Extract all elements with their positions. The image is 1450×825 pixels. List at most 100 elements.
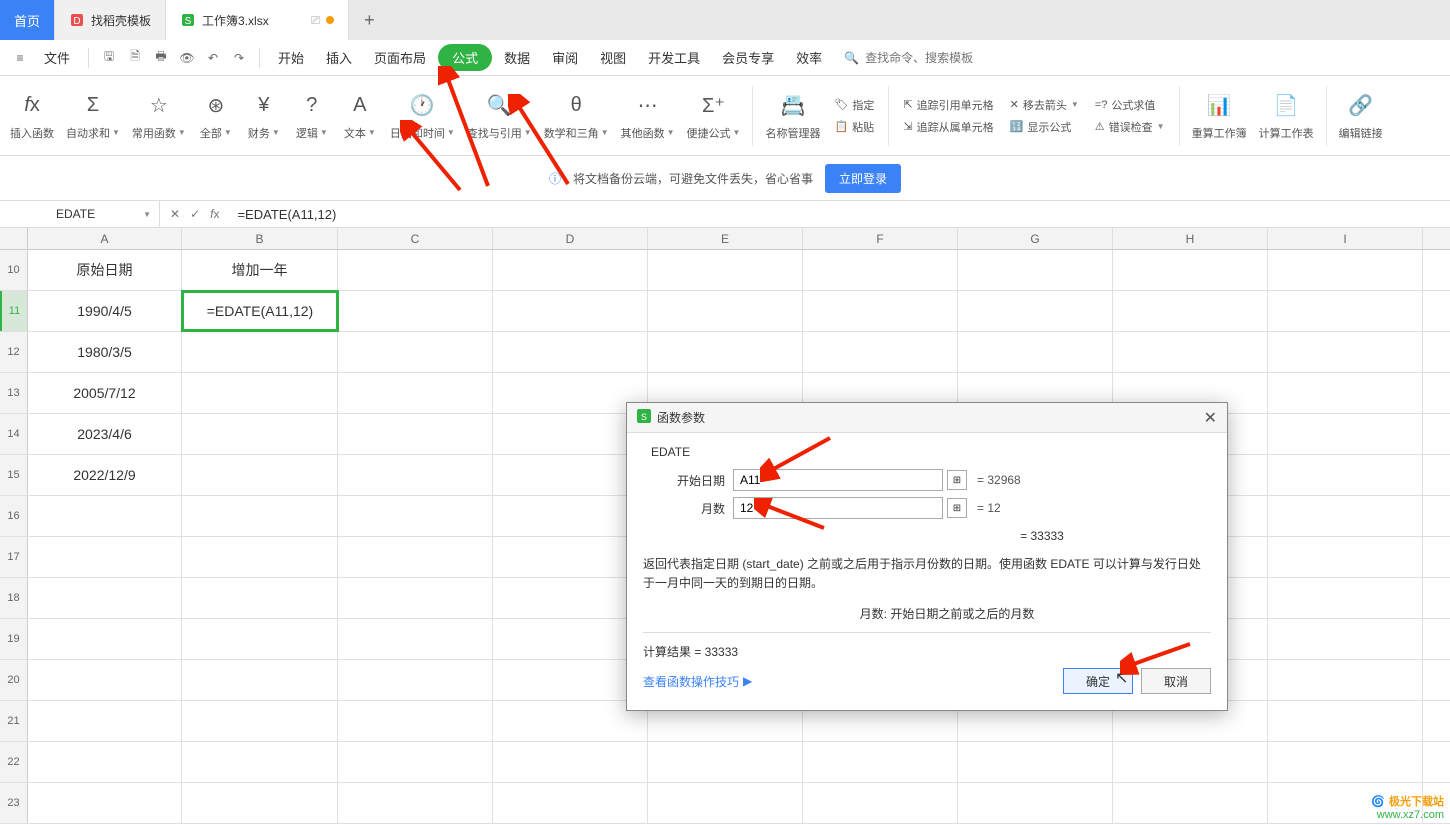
cell-H12[interactable] <box>1113 332 1268 372</box>
undo-icon[interactable]: ↶ <box>201 46 225 70</box>
recalc-button[interactable]: 📊重算工作簿 <box>1186 81 1253 151</box>
cell-A22[interactable] <box>28 742 182 782</box>
cell-A13[interactable]: 2005/7/12 <box>28 373 182 413</box>
cell-H10[interactable] <box>1113 250 1268 290</box>
datetime-fn-button[interactable]: 🕐日期和时间▼ <box>384 81 461 151</box>
row-header-15[interactable]: 15 <box>0 455 28 495</box>
cell-E12[interactable] <box>648 332 803 372</box>
cell-B16[interactable] <box>182 496 338 536</box>
cell-G22[interactable] <box>958 742 1113 782</box>
name-box[interactable]: EDATE ▼ <box>0 201 160 227</box>
cell-A23[interactable] <box>28 783 182 823</box>
autosum-button[interactable]: Σ自动求和▼ <box>60 81 126 151</box>
menu-formula[interactable]: 公式 <box>438 44 492 71</box>
trace-dependents-button[interactable]: ⇲追踪从属单元格 <box>899 117 997 137</box>
col-header-A[interactable]: A <box>28 228 182 249</box>
paste-name-button[interactable]: 📋粘贴 <box>830 117 878 137</box>
param1-input[interactable] <box>733 469 943 491</box>
print-preview-icon[interactable]: 👁 <box>175 46 199 70</box>
menu-dev[interactable]: 开发工具 <box>638 44 710 71</box>
redo-icon[interactable]: ↷ <box>227 46 251 70</box>
cell-F12[interactable] <box>803 332 958 372</box>
cell-A10[interactable]: 原始日期 <box>28 250 182 290</box>
cell-E10[interactable] <box>648 250 803 290</box>
col-header-F[interactable]: F <box>803 228 958 249</box>
cell-A14[interactable]: 2023/4/6 <box>28 414 182 454</box>
cell-F23[interactable] <box>803 783 958 823</box>
other-fn-button[interactable]: ⋯其他函数▼ <box>615 81 681 151</box>
file-menu[interactable]: 文件 <box>34 44 80 71</box>
logic-fn-button[interactable]: ?逻辑▼ <box>288 81 336 151</box>
row-header-18[interactable]: 18 <box>0 578 28 618</box>
cell-F22[interactable] <box>803 742 958 782</box>
cell-E22[interactable] <box>648 742 803 782</box>
cell-I10[interactable] <box>1268 250 1423 290</box>
cell-B22[interactable] <box>182 742 338 782</box>
cell-B17[interactable] <box>182 537 338 577</box>
select-all-corner[interactable] <box>0 228 28 249</box>
cell-C21[interactable] <box>338 701 493 741</box>
cell-D16[interactable] <box>493 496 648 536</box>
cell-D20[interactable] <box>493 660 648 700</box>
cell-D10[interactable] <box>493 250 648 290</box>
cell-A21[interactable] <box>28 701 182 741</box>
cell-F10[interactable] <box>803 250 958 290</box>
menu-start[interactable]: 开始 <box>268 44 314 71</box>
tab-home[interactable]: 首页 <box>0 0 55 40</box>
tab-workbook[interactable]: S 工作簿3.xlsx ⎚ <box>166 0 349 40</box>
cell-I19[interactable] <box>1268 619 1423 659</box>
col-header-C[interactable]: C <box>338 228 493 249</box>
cell-D13[interactable] <box>493 373 648 413</box>
insert-function-button[interactable]: fx插入函数 <box>4 81 60 151</box>
cell-I11[interactable] <box>1268 291 1423 331</box>
chevron-down-icon[interactable]: ▼ <box>143 210 151 219</box>
dialog-titlebar[interactable]: S 函数参数 ✕ <box>627 403 1227 433</box>
range-picker-icon[interactable]: ⊞ <box>947 470 967 490</box>
cell-B14[interactable] <box>182 414 338 454</box>
col-header-I[interactable]: I <box>1268 228 1423 249</box>
trace-precedents-button[interactable]: ⇱追踪引用单元格 <box>899 95 997 115</box>
cell-A19[interactable] <box>28 619 182 659</box>
cell-C14[interactable] <box>338 414 493 454</box>
formula-input[interactable]: =EDATE(A11,12) <box>229 207 1450 222</box>
row-header-23[interactable]: 23 <box>0 783 28 823</box>
eval-formula-button[interactable]: =?公式求值 <box>1091 95 1169 115</box>
cell-D17[interactable] <box>493 537 648 577</box>
cell-G12[interactable] <box>958 332 1113 372</box>
cell-B19[interactable] <box>182 619 338 659</box>
cancel-button[interactable]: 取消 <box>1141 668 1211 694</box>
quick-formula-button[interactable]: Σ⁺便捷公式▼ <box>681 81 747 151</box>
tab-add-button[interactable]: + <box>349 0 389 40</box>
cell-I14[interactable] <box>1268 414 1423 454</box>
cell-C18[interactable] <box>338 578 493 618</box>
row-header-22[interactable]: 22 <box>0 742 28 782</box>
cell-C12[interactable] <box>338 332 493 372</box>
cell-A12[interactable]: 1980/3/5 <box>28 332 182 372</box>
cell-C17[interactable] <box>338 537 493 577</box>
cell-I21[interactable] <box>1268 701 1423 741</box>
cell-G11[interactable] <box>958 291 1113 331</box>
tab-presentation-icon[interactable]: ⎚ <box>311 13 321 28</box>
all-fn-button[interactable]: ⊛全部▼ <box>192 81 240 151</box>
cancel-formula-icon[interactable]: ✕ <box>170 207 180 221</box>
cell-B13[interactable] <box>182 373 338 413</box>
cell-G10[interactable] <box>958 250 1113 290</box>
cell-C15[interactable] <box>338 455 493 495</box>
row-header-17[interactable]: 17 <box>0 537 28 577</box>
cell-I22[interactable] <box>1268 742 1423 782</box>
cell-E11[interactable] <box>648 291 803 331</box>
calc-sheet-button[interactable]: 📄计算工作表 <box>1253 81 1320 151</box>
row-header-19[interactable]: 19 <box>0 619 28 659</box>
cell-C13[interactable] <box>338 373 493 413</box>
cell-D23[interactable] <box>493 783 648 823</box>
cell-B12[interactable] <box>182 332 338 372</box>
cell-B21[interactable] <box>182 701 338 741</box>
cell-C23[interactable] <box>338 783 493 823</box>
cell-C22[interactable] <box>338 742 493 782</box>
cell-A11[interactable]: 1990/4/5 <box>28 291 182 331</box>
search-input[interactable] <box>865 51 1005 65</box>
menu-view[interactable]: 视图 <box>590 44 636 71</box>
cell-B20[interactable] <box>182 660 338 700</box>
row-header-20[interactable]: 20 <box>0 660 28 700</box>
finance-fn-button[interactable]: ¥财务▼ <box>240 81 288 151</box>
